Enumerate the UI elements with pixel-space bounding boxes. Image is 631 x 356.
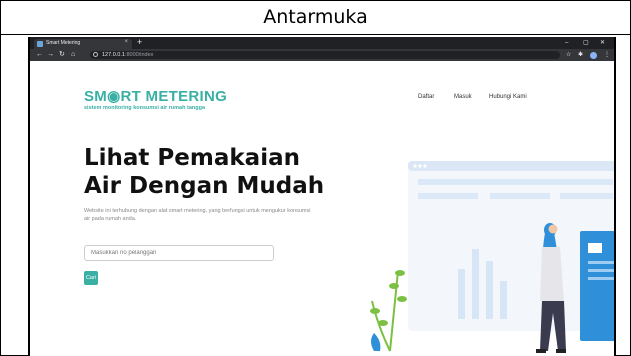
site-logo[interactable]: SM◉RT METERING bbox=[84, 87, 227, 105]
new-tab-button[interactable]: + bbox=[137, 37, 142, 48]
water-drop-icon bbox=[371, 333, 381, 351]
nav-hubungi-kami[interactable]: Hubungi Kami bbox=[489, 94, 527, 100]
bookmark-star-icon[interactable]: ☆ bbox=[566, 50, 571, 60]
mockup-titlebar bbox=[408, 161, 614, 171]
customer-number-input[interactable] bbox=[84, 245, 274, 261]
favicon-icon bbox=[37, 41, 43, 47]
url-text: 127.0.0.1:8000/index bbox=[102, 51, 153, 59]
menu-kebab-icon[interactable]: ⋮ bbox=[604, 50, 610, 60]
address-bar[interactable]: 127.0.0.1:8000/index bbox=[90, 51, 560, 59]
mockup-dot-icon bbox=[413, 164, 417, 168]
info-icon[interactable] bbox=[93, 52, 98, 57]
url-host: 127.0.0.1 bbox=[102, 52, 125, 58]
info-card-line bbox=[588, 261, 614, 264]
hero-title-line2: Air Dengan Mudah bbox=[84, 173, 325, 199]
plant-leaf bbox=[389, 283, 399, 289]
info-card-line bbox=[588, 269, 614, 272]
minimize-icon[interactable]: – bbox=[565, 37, 568, 49]
chart-column bbox=[472, 249, 479, 319]
web-page: SM◉RT METERING sistem monitoring konsums… bbox=[30, 61, 614, 356]
figure-caption: Antarmuka bbox=[1, 1, 630, 35]
hero-description: Website ini terhubung dengan alat smart … bbox=[84, 208, 311, 222]
chart-column bbox=[458, 269, 465, 319]
home-icon[interactable]: ⌂ bbox=[71, 49, 75, 61]
mockup-bar bbox=[418, 193, 478, 199]
back-arrow-icon[interactable]: ← bbox=[36, 49, 43, 61]
figure-face bbox=[548, 224, 558, 234]
hero-illustration bbox=[370, 161, 614, 353]
forward-arrow-icon[interactable]: → bbox=[47, 49, 54, 61]
plant-leaf bbox=[395, 270, 405, 276]
browser-toolbar: ← → ↻ ⌂ 127.0.0.1:8000/index ☆ ✱ ⋮ bbox=[30, 49, 614, 61]
url-path: :8000/index bbox=[124, 52, 154, 58]
search-button[interactable]: Cari bbox=[84, 271, 98, 285]
profile-avatar[interactable] bbox=[590, 52, 597, 59]
maximize-icon[interactable]: ▢ bbox=[583, 37, 589, 49]
chart-column bbox=[500, 281, 507, 319]
figure-shoe bbox=[536, 349, 546, 353]
reload-icon[interactable]: ↻ bbox=[59, 49, 65, 61]
browser-tab[interactable]: Smart Metering × bbox=[34, 39, 132, 49]
close-window-icon[interactable]: ✕ bbox=[600, 37, 605, 49]
hero-title-line1: Lihat Pemakaian bbox=[84, 145, 300, 171]
info-card-line bbox=[588, 277, 614, 280]
extensions-icon[interactable]: ✱ bbox=[578, 50, 583, 60]
nav-daftar[interactable]: Daftar bbox=[418, 94, 434, 100]
plant-leaf bbox=[397, 296, 407, 302]
chart-column bbox=[486, 261, 493, 319]
nav-masuk[interactable]: Masuk bbox=[454, 94, 472, 100]
info-card-box bbox=[588, 243, 602, 253]
mockup-dot-icon bbox=[418, 164, 422, 168]
figure-shoe bbox=[556, 349, 566, 353]
plant-leaf bbox=[378, 320, 388, 326]
mockup-bar bbox=[560, 193, 613, 199]
plant-leaf bbox=[370, 308, 380, 314]
figure-top bbox=[540, 247, 564, 301]
browser-screenshot: Smart Metering × + – ▢ ✕ ← → ↻ ⌂ 127.0.0… bbox=[28, 37, 616, 356]
mockup-dot-icon bbox=[423, 164, 427, 168]
tab-title: Smart Metering bbox=[46, 40, 81, 46]
mockup-bar bbox=[418, 179, 613, 185]
mockup-bar bbox=[490, 193, 550, 199]
tab-close-icon[interactable]: × bbox=[124, 39, 128, 45]
site-tagline: sistem monitoring konsumsi air rumah tan… bbox=[84, 105, 206, 111]
browser-tab-bar: Smart Metering × + – ▢ ✕ bbox=[30, 37, 614, 49]
